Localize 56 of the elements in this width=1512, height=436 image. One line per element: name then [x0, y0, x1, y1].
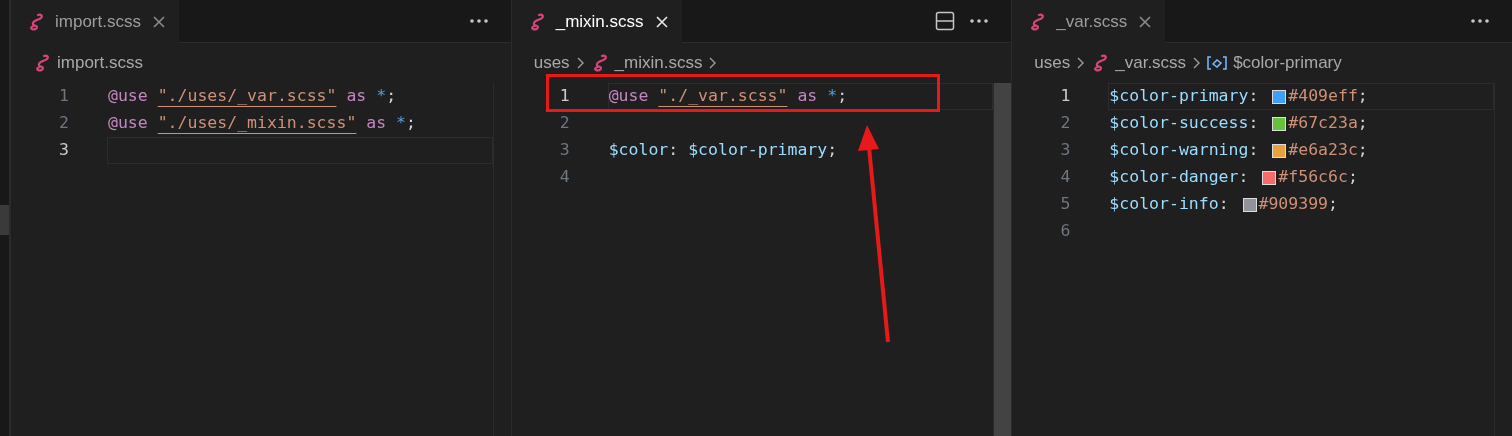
- code-text: #e6a23c;: [1288, 139, 1368, 162]
- chevron-icon: [575, 56, 585, 70]
- line-number: 1: [558, 85, 571, 108]
- color-swatch[interactable]: [1272, 89, 1287, 104]
- color-swatch[interactable]: [1272, 116, 1287, 131]
- code-text: $color-info:: [1109, 193, 1230, 216]
- code-text: #67c23a;: [1288, 112, 1368, 135]
- variable-symbol-icon: [1207, 55, 1228, 71]
- line-number: 4: [1059, 166, 1072, 189]
- code-text: $color-danger:: [1109, 166, 1250, 189]
- breadcrumb-item[interactable]: uses: [1034, 50, 1071, 76]
- more-actions-icon[interactable]: [969, 18, 990, 24]
- code-text: @use "./uses/_var.scss" as *;: [108, 85, 397, 108]
- line-number: 3: [58, 139, 70, 162]
- breadcrumb-item[interactable]: $color-primary: [1233, 50, 1342, 76]
- line-number: 1: [58, 85, 70, 108]
- chevron-icon: [1076, 56, 1086, 70]
- more-actions-icon[interactable]: [1470, 18, 1490, 24]
- chevron-icon: [1192, 56, 1202, 70]
- line-number: 3: [1059, 139, 1072, 162]
- line-number: 2: [558, 112, 571, 135]
- line-number: 4: [558, 166, 571, 189]
- breadcrumb-item[interactable]: _var.scss: [1115, 50, 1187, 76]
- line-number: 2: [58, 112, 70, 135]
- code-text: #409eff;: [1288, 85, 1368, 108]
- code-text: $color: $color-primary;: [608, 139, 838, 162]
- line-number: 6: [1059, 220, 1072, 243]
- code-text: $color-primary:: [1109, 85, 1260, 108]
- code-text: @use "./_var.scss" as *;: [608, 85, 848, 108]
- sass-file-icon: [33, 54, 51, 72]
- line-number: 5: [1059, 193, 1072, 216]
- code-text: $color-warning:: [1109, 139, 1260, 162]
- more-actions-icon[interactable]: [468, 18, 489, 24]
- line-number: 1: [1059, 85, 1072, 108]
- color-swatch[interactable]: [1262, 170, 1277, 185]
- code-text: #909399;: [1258, 193, 1338, 216]
- breadcrumb-item[interactable]: uses: [533, 50, 570, 76]
- code-text: $color-success:: [1109, 112, 1260, 135]
- editor-tab[interactable]: _var.scss: [1012, 0, 1166, 43]
- close-icon[interactable]: [653, 13, 670, 30]
- chevron-icon: [708, 56, 718, 70]
- editor-tab[interactable]: import.scss: [11, 0, 179, 43]
- editor-tab[interactable]: _mixin.scss: [511, 0, 682, 43]
- color-swatch[interactable]: [1242, 197, 1257, 212]
- sass-file-icon: [27, 12, 45, 31]
- split-editor-icon[interactable]: [935, 11, 956, 31]
- sass-file-icon: [1091, 54, 1110, 72]
- scrollbar[interactable]: [993, 83, 1012, 436]
- line-number: 2: [1059, 112, 1072, 135]
- code-text: @use "./uses/_mixin.scss" as *;: [108, 112, 416, 135]
- color-swatch[interactable]: [1272, 143, 1287, 158]
- breadcrumb-item[interactable]: _mixin.scss: [614, 50, 703, 76]
- code-text: #f56c6c;: [1278, 166, 1358, 189]
- line-number: 3: [558, 139, 571, 162]
- sass-file-icon: [1028, 12, 1047, 31]
- breadcrumb-item[interactable]: import.scss: [57, 50, 143, 76]
